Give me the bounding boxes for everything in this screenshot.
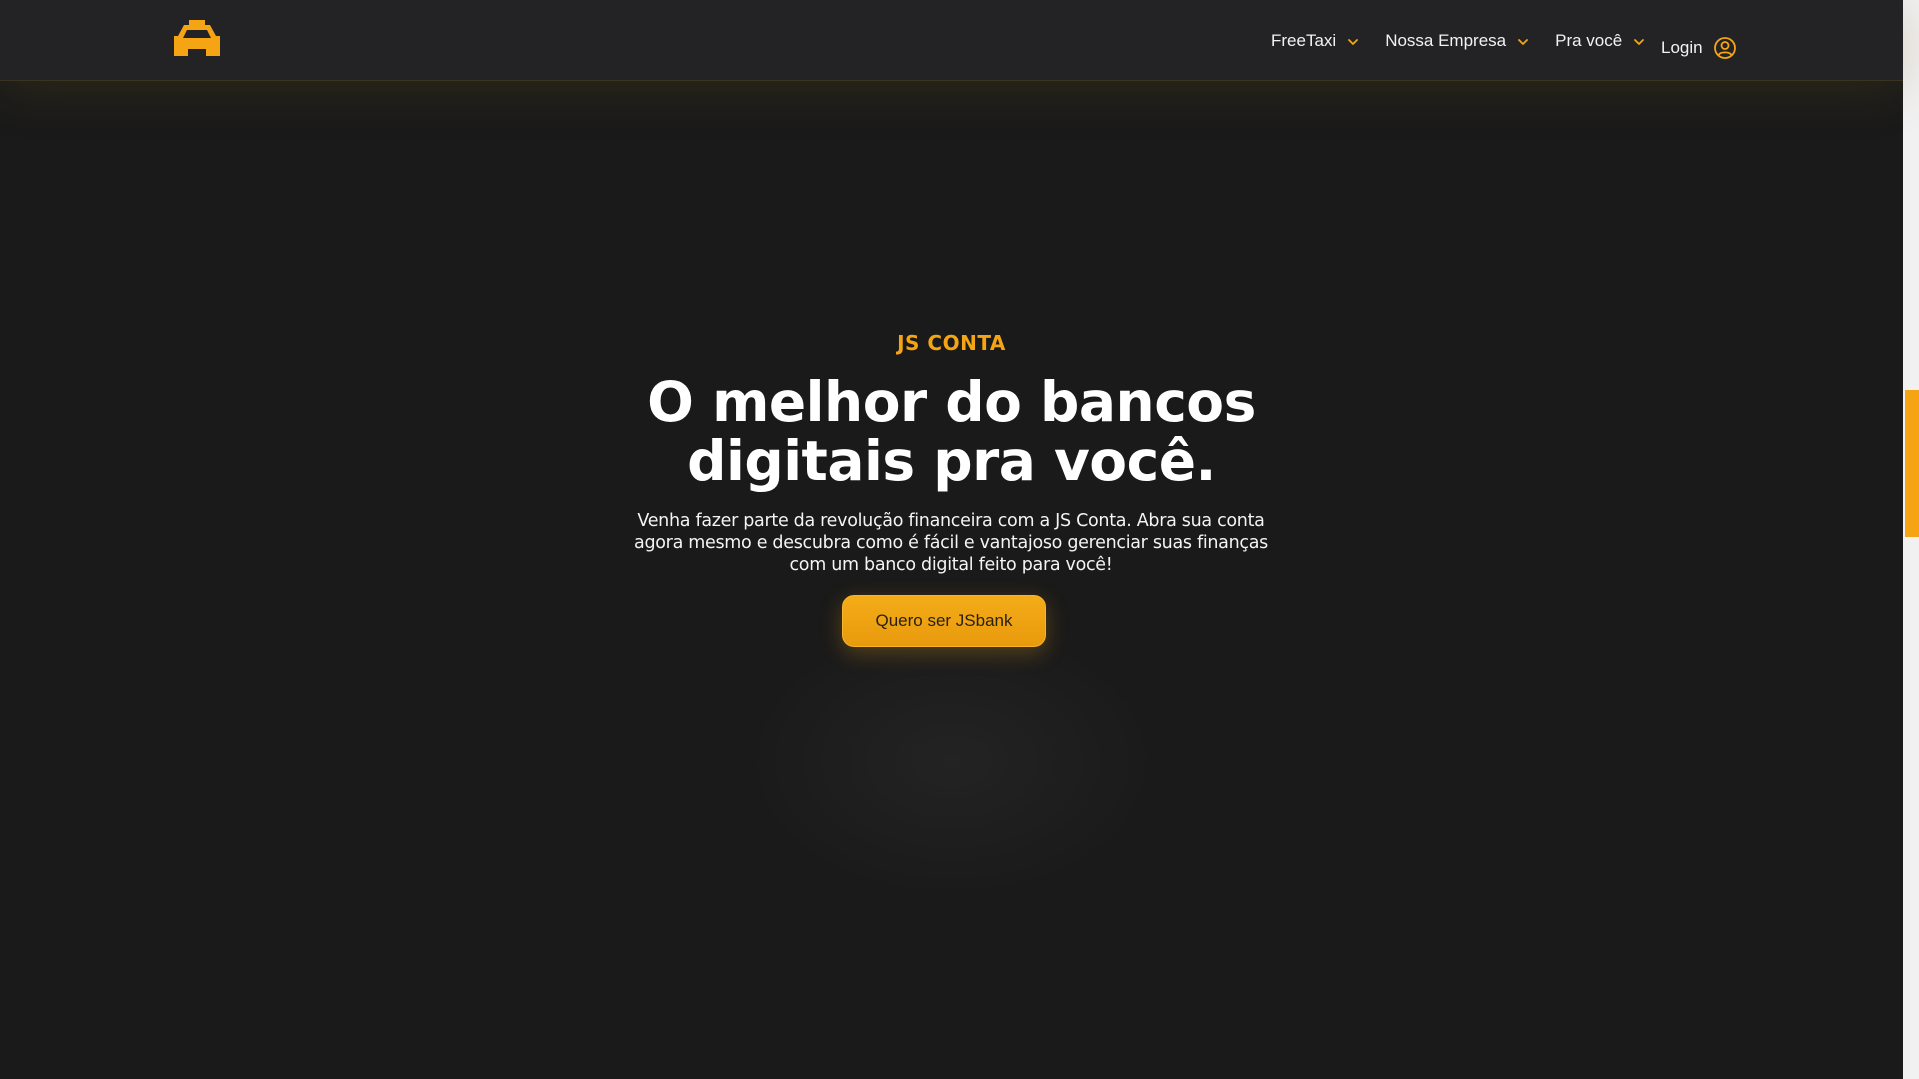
login-button[interactable]: Login: [1661, 36, 1737, 60]
hero-subtitle-line: agora mesmo e descubra como é fácil e va…: [634, 533, 1268, 553]
hero-subtitle-line: Venha fazer parte da revolução financeir…: [637, 511, 1265, 531]
chevron-down-icon: [1518, 38, 1529, 45]
nav-item-label: Nossa Empresa: [1385, 30, 1507, 50]
cta-button[interactable]: Quero ser JSbank: [842, 595, 1046, 647]
top-navbar: FreeTaxi Nossa Empresa Pra você Login: [0, 0, 1903, 81]
hero-subtitle: Venha fazer parte da revolução financeir…: [606, 510, 1296, 576]
cta-glow: [742, 621, 1162, 901]
taxi-logo-icon[interactable]: [172, 19, 222, 59]
chevron-down-icon: [1634, 38, 1645, 45]
scrollbar-thumb[interactable]: [1905, 390, 1919, 537]
main-nav: FreeTaxi Nossa Empresa Pra você: [1271, 0, 1671, 81]
nav-item-nossa-empresa[interactable]: Nossa Empresa: [1385, 0, 1529, 81]
hero-title: O melhor do bancos digitais pra você.: [0, 373, 1903, 491]
hero-title-line: digitais pra você.: [687, 429, 1216, 493]
hero-section: JS CONTA O melhor do bancos digitais pra…: [0, 81, 1903, 1079]
chevron-down-icon: [1348, 38, 1359, 45]
page: FreeTaxi Nossa Empresa Pra você Login JS…: [0, 0, 1919, 1079]
nav-item-freetaxi[interactable]: FreeTaxi: [1271, 0, 1359, 81]
nav-item-label: Pra você: [1555, 30, 1623, 50]
login-label: Login: [1661, 38, 1703, 57]
user-circle-icon: [1713, 37, 1736, 59]
nav-item-label: FreeTaxi: [1271, 30, 1337, 50]
hero-subtitle-line: com um banco digital feito para você!: [789, 555, 1113, 575]
nav-item-pra-voce[interactable]: Pra você: [1555, 0, 1645, 81]
hero-eyebrow: JS CONTA: [897, 331, 1006, 355]
hero-title-line: O melhor do bancos: [647, 370, 1256, 434]
taxi-logo-svg: [174, 20, 220, 56]
scrollbar-track[interactable]: [1903, 0, 1919, 1079]
